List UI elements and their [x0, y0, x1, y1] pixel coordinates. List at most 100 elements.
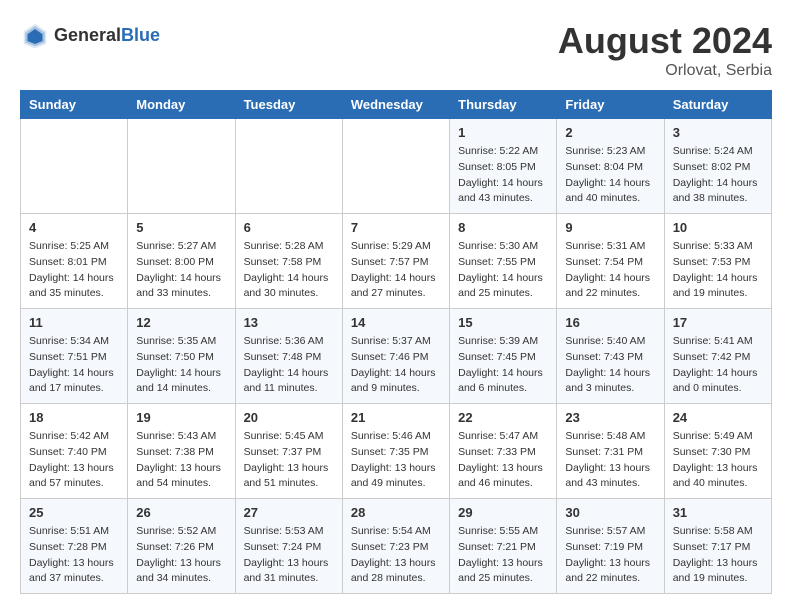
day-number: 5 — [136, 220, 226, 235]
day-cell: 14 Sunrise: 5:37 AM Sunset: 7:46 PM Dayli… — [342, 309, 449, 404]
day-cell: 12 Sunrise: 5:35 AM Sunset: 7:50 PM Dayli… — [128, 309, 235, 404]
day-number: 11 — [29, 315, 119, 330]
logo: GeneralBlue — [20, 20, 160, 50]
title-block: August 2024 Orlovat, Serbia — [558, 20, 772, 80]
day-header-tuesday: Tuesday — [235, 91, 342, 119]
day-number: 24 — [673, 410, 763, 425]
day-info: Sunrise: 5:48 AM Sunset: 7:31 PM Dayligh… — [565, 429, 655, 492]
day-number: 8 — [458, 220, 548, 235]
day-number: 21 — [351, 410, 441, 425]
day-cell: 26 Sunrise: 5:52 AM Sunset: 7:26 PM Dayli… — [128, 499, 235, 594]
day-cell: 15 Sunrise: 5:39 AM Sunset: 7:45 PM Dayli… — [450, 309, 557, 404]
day-cell: 6Sunrise: 5:28 AM Sunset: 7:58 PM Daylig… — [235, 214, 342, 309]
day-cell: 27Sunrise: 5:53 AM Sunset: 7:24 PM Dayli… — [235, 499, 342, 594]
day-cell: 29Sunrise: 5:55 AM Sunset: 7:21 PM Dayli… — [450, 499, 557, 594]
day-cell: 30Sunrise: 5:57 AM Sunset: 7:19 PM Dayli… — [557, 499, 664, 594]
day-info: Sunrise: 5:25 AM Sunset: 8:01 PM Dayligh… — [29, 239, 119, 302]
day-cell: 19 Sunrise: 5:43 AM Sunset: 7:38 PM Dayli… — [128, 404, 235, 499]
day-number: 26 — [136, 505, 226, 520]
day-cell: 23 Sunrise: 5:48 AM Sunset: 7:31 PM Dayli… — [557, 404, 664, 499]
day-number: 13 — [244, 315, 334, 330]
day-number: 1 — [458, 125, 548, 140]
day-cell: 18 Sunrise: 5:42 AM Sunset: 7:40 PM Dayli… — [21, 404, 128, 499]
day-number: 17 — [673, 315, 763, 330]
day-cell: 3Sunrise: 5:24 AM Sunset: 8:02 PM Daylig… — [664, 119, 771, 214]
day-cell: 31Sunrise: 5:58 AM Sunset: 7:17 PM Dayli… — [664, 499, 771, 594]
day-info: Sunrise: 5:45 AM Sunset: 7:37 PM Dayligh… — [244, 429, 334, 492]
day-info: Sunrise: 5:39 AM Sunset: 7:45 PM Dayligh… — [458, 334, 548, 397]
day-info: Sunrise: 5:23 AM Sunset: 8:04 PM Dayligh… — [565, 144, 655, 207]
day-number: 7 — [351, 220, 441, 235]
day-cell: 4 Sunrise: 5:25 AM Sunset: 8:01 PM Daylig… — [21, 214, 128, 309]
day-cell: 8 Sunrise: 5:30 AM Sunset: 7:55 PM Daylig… — [450, 214, 557, 309]
logo-text: GeneralBlue — [54, 25, 160, 46]
day-info: Sunrise: 5:42 AM Sunset: 7:40 PM Dayligh… — [29, 429, 119, 492]
day-cell: 11 Sunrise: 5:34 AM Sunset: 7:51 PM Dayli… — [21, 309, 128, 404]
logo-blue: Blue — [121, 25, 160, 45]
day-info: Sunrise: 5:46 AM Sunset: 7:35 PM Dayligh… — [351, 429, 441, 492]
day-number: 10 — [673, 220, 763, 235]
week-row-2: 4 Sunrise: 5:25 AM Sunset: 8:01 PM Daylig… — [21, 214, 772, 309]
day-info: Sunrise: 5:22 AM Sunset: 8:05 PM Dayligh… — [458, 144, 548, 207]
day-cell: 5Sunrise: 5:27 AM Sunset: 8:00 PM Daylig… — [128, 214, 235, 309]
logo-general: General — [54, 25, 121, 45]
month-year: August 2024 — [558, 20, 772, 62]
day-info: Sunrise: 5:41 AM Sunset: 7:42 PM Dayligh… — [673, 334, 763, 397]
day-info: Sunrise: 5:35 AM Sunset: 7:50 PM Dayligh… — [136, 334, 226, 397]
day-number: 19 — [136, 410, 226, 425]
day-cell: 28 Sunrise: 5:54 AM Sunset: 7:23 PM Dayli… — [342, 499, 449, 594]
day-info: Sunrise: 5:30 AM Sunset: 7:55 PM Dayligh… — [458, 239, 548, 302]
day-cell: 25Sunrise: 5:51 AM Sunset: 7:28 PM Dayli… — [21, 499, 128, 594]
day-header-monday: Monday — [128, 91, 235, 119]
day-number: 6 — [244, 220, 334, 235]
day-number: 28 — [351, 505, 441, 520]
day-number: 9 — [565, 220, 655, 235]
location: Orlovat, Serbia — [558, 62, 772, 80]
day-number: 14 — [351, 315, 441, 330]
day-number: 23 — [565, 410, 655, 425]
day-info: Sunrise: 5:43 AM Sunset: 7:38 PM Dayligh… — [136, 429, 226, 492]
day-number: 29 — [458, 505, 548, 520]
day-info: Sunrise: 5:49 AM Sunset: 7:30 PM Dayligh… — [673, 429, 763, 492]
day-number: 20 — [244, 410, 334, 425]
day-info: Sunrise: 5:33 AM Sunset: 7:53 PM Dayligh… — [673, 239, 763, 302]
day-number: 27 — [244, 505, 334, 520]
day-header-saturday: Saturday — [664, 91, 771, 119]
day-number: 15 — [458, 315, 548, 330]
day-number: 4 — [29, 220, 119, 235]
day-cell: 21 Sunrise: 5:46 AM Sunset: 7:35 PM Dayli… — [342, 404, 449, 499]
day-cell: 13 Sunrise: 5:36 AM Sunset: 7:48 PM Dayli… — [235, 309, 342, 404]
day-info: Sunrise: 5:54 AM Sunset: 7:23 PM Dayligh… — [351, 524, 441, 587]
day-header-friday: Friday — [557, 91, 664, 119]
day-info: Sunrise: 5:29 AM Sunset: 7:57 PM Dayligh… — [351, 239, 441, 302]
day-cell — [128, 119, 235, 214]
day-number: 30 — [565, 505, 655, 520]
day-info: Sunrise: 5:36 AM Sunset: 7:48 PM Dayligh… — [244, 334, 334, 397]
day-cell — [21, 119, 128, 214]
day-cell: 1 Sunrise: 5:22 AM Sunset: 8:05 PM Daylig… — [450, 119, 557, 214]
day-info: Sunrise: 5:52 AM Sunset: 7:26 PM Dayligh… — [136, 524, 226, 587]
day-info: Sunrise: 5:51 AM Sunset: 7:28 PM Dayligh… — [29, 524, 119, 587]
day-cell: 16Sunrise: 5:40 AM Sunset: 7:43 PM Dayli… — [557, 309, 664, 404]
logo-icon — [20, 20, 50, 50]
week-row-5: 25Sunrise: 5:51 AM Sunset: 7:28 PM Dayli… — [21, 499, 772, 594]
day-header-thursday: Thursday — [450, 91, 557, 119]
day-cell — [342, 119, 449, 214]
day-cell: 24 Sunrise: 5:49 AM Sunset: 7:30 PM Dayli… — [664, 404, 771, 499]
day-cell: 10 Sunrise: 5:33 AM Sunset: 7:53 PM Dayli… — [664, 214, 771, 309]
day-cell: 20 Sunrise: 5:45 AM Sunset: 7:37 PM Dayli… — [235, 404, 342, 499]
day-number: 12 — [136, 315, 226, 330]
day-number: 2 — [565, 125, 655, 140]
day-cell: 9Sunrise: 5:31 AM Sunset: 7:54 PM Daylig… — [557, 214, 664, 309]
day-header-sunday: Sunday — [21, 91, 128, 119]
day-number: 18 — [29, 410, 119, 425]
week-row-3: 11 Sunrise: 5:34 AM Sunset: 7:51 PM Dayli… — [21, 309, 772, 404]
header-row: SundayMondayTuesdayWednesdayThursdayFrid… — [21, 91, 772, 119]
day-header-wednesday: Wednesday — [342, 91, 449, 119]
day-info: Sunrise: 5:40 AM Sunset: 7:43 PM Dayligh… — [565, 334, 655, 397]
day-info: Sunrise: 5:37 AM Sunset: 7:46 PM Dayligh… — [351, 334, 441, 397]
day-cell: 2 Sunrise: 5:23 AM Sunset: 8:04 PM Daylig… — [557, 119, 664, 214]
day-info: Sunrise: 5:58 AM Sunset: 7:17 PM Dayligh… — [673, 524, 763, 587]
day-info: Sunrise: 5:47 AM Sunset: 7:33 PM Dayligh… — [458, 429, 548, 492]
day-info: Sunrise: 5:34 AM Sunset: 7:51 PM Dayligh… — [29, 334, 119, 397]
